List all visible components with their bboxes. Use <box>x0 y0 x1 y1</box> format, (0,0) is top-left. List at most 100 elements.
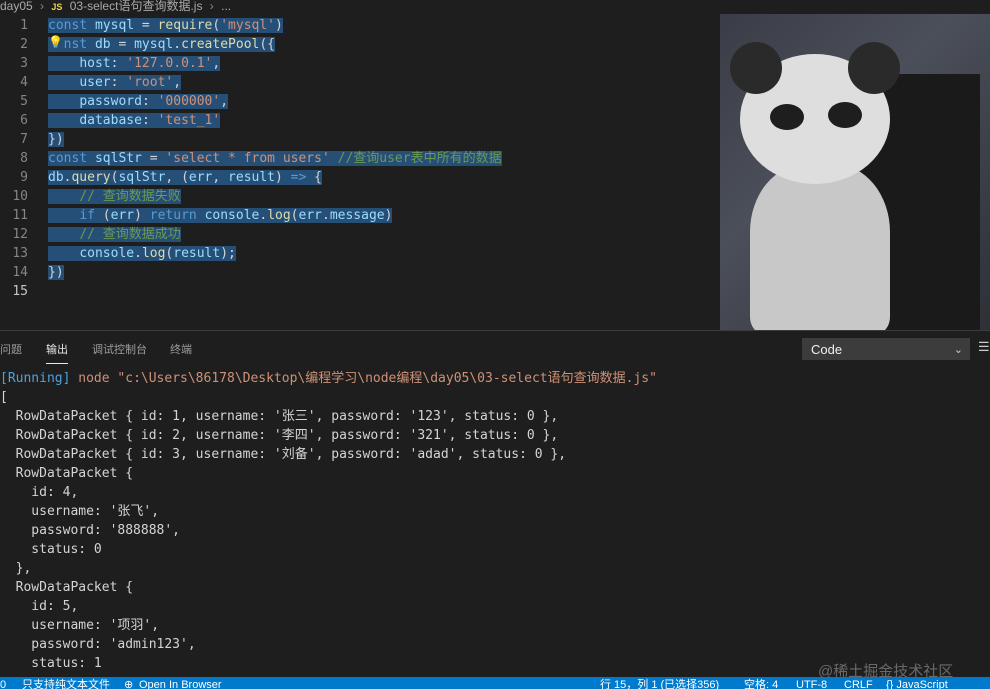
line-number: 15 <box>12 284 28 299</box>
code-token: , <box>173 75 182 90</box>
code-token: log <box>141 246 166 261</box>
code-line[interactable]: const mysql = require('mysql') <box>48 16 720 35</box>
code-line[interactable]: host: '127.0.0.1', <box>48 54 720 73</box>
indentation-setting[interactable]: 空格: 4 <box>744 677 778 689</box>
running-tag: [Running] <box>0 371 71 386</box>
code-token: result <box>228 170 276 185</box>
output-line: RowDataPacket { <box>0 580 134 595</box>
code-line[interactable]: nst db = mysql.createPool({ <box>48 35 720 54</box>
line-number: 5 <box>20 94 28 109</box>
code-line[interactable]: user: 'root', <box>48 73 720 92</box>
chevron-down-icon: ⌄ <box>953 344 963 356</box>
breadcrumb-file[interactable]: 03-select语句查询数据.js <box>70 0 203 12</box>
line-number: 10 <box>12 189 28 204</box>
code-token: database <box>79 113 142 128</box>
status-bar: 0 只支持纯文本文件 ⊕ Open In Browser 行 15，列 1 (已… <box>0 677 990 689</box>
output-line: RowDataPacket { id: 2, username: '李四', p… <box>0 428 559 443</box>
output-line: }, <box>0 561 32 576</box>
code-token: = <box>110 37 135 52</box>
code-line[interactable]: // 查询数据失败 <box>48 187 720 206</box>
background-panda-image <box>720 14 990 330</box>
language-mode[interactable]: {} JavaScript <box>886 677 948 689</box>
output-line: password: 'admin123', <box>0 637 196 652</box>
code-token: , <box>220 94 229 109</box>
code-token: : <box>110 56 127 71</box>
code-token: ) <box>275 170 291 185</box>
line-number: 1 <box>20 18 28 33</box>
code-token: : <box>141 113 158 128</box>
line-number: 13 <box>12 246 28 261</box>
output-channel-value: Code <box>811 342 843 357</box>
output-panel[interactable]: [Running] node "c:\Users\86178\Desktop\编… <box>0 369 990 673</box>
code-line[interactable]: password: '000000', <box>48 92 720 111</box>
code-line[interactable]: // 查询数据成功 <box>48 225 720 244</box>
line-number: 14 <box>12 265 28 280</box>
tab-terminal[interactable]: 终端 <box>170 343 192 363</box>
output-line: [ <box>0 390 8 405</box>
code-token: err <box>110 208 135 223</box>
code-token: err <box>298 208 322 223</box>
list-filter-icon[interactable]: ☰ <box>978 341 990 355</box>
line-number: 8 <box>20 151 28 166</box>
lightbulb-icon[interactable]: 💡 <box>48 36 63 48</box>
code-line[interactable]: if (err) return console.log(err.message) <box>48 206 720 225</box>
line-number: 2 <box>20 37 28 52</box>
code-line[interactable]: }) <box>48 263 720 282</box>
code-line[interactable]: }) <box>48 130 720 149</box>
globe-icon: ⊕ <box>124 679 134 689</box>
panda-eye <box>770 104 804 130</box>
tab-output[interactable]: 输出 <box>46 343 68 364</box>
code-token: , <box>212 170 229 185</box>
code-line[interactable]: database: 'test_1' <box>48 111 720 130</box>
line-number: 11 <box>12 208 28 223</box>
code-token: = <box>141 151 166 166</box>
line-number-gutter: 1 2 3 4 5 6 7 8 9 10 11 12 13 14 15 <box>0 16 28 301</box>
code-token: . <box>321 208 330 223</box>
encoding-setting[interactable]: UTF-8 <box>796 677 827 689</box>
tab-problems[interactable]: 问题 <box>0 343 22 363</box>
code-line[interactable] <box>48 282 720 301</box>
code-line[interactable]: db.query(sqlStr, (err, result) => { <box>48 168 720 187</box>
line-ending-setting[interactable]: CRLF <box>844 677 873 689</box>
line-number: 4 <box>20 75 28 90</box>
code-token: . <box>134 246 142 261</box>
code-token: mysql <box>94 18 135 33</box>
panda-ear <box>848 42 900 94</box>
code-token: const <box>48 18 88 33</box>
code-token: host <box>79 56 111 71</box>
tab-debug-console[interactable]: 调试控制台 <box>92 343 147 363</box>
code-token: 'mysql' <box>220 18 276 33</box>
breadcrumb-folder[interactable]: day05 <box>0 0 33 12</box>
output-line: [Running] node "c:\Users\86178\Desktop\编… <box>0 369 990 388</box>
output-line: username: '项羽', <box>0 618 160 633</box>
code-lines[interactable]: const mysql = require('mysql') nst db = … <box>48 16 720 301</box>
breadcrumb-more[interactable]: ... <box>221 0 231 12</box>
unsupported-file-notice[interactable]: 只支持纯文本文件 <box>22 677 110 689</box>
open-in-browser-button[interactable]: Open In Browser <box>139 677 222 689</box>
code-line[interactable]: console.log(result); <box>48 244 720 263</box>
code-token: '000000' <box>157 94 221 109</box>
code-token: user <box>79 75 111 90</box>
output-channel-select[interactable]: Code ⌄ <box>802 338 970 360</box>
code-token: , <box>212 56 221 71</box>
code-line[interactable]: const sqlStr = 'select * from users' //查… <box>48 149 720 168</box>
problems-count[interactable]: 0 <box>0 677 6 689</box>
breadcrumb: day05 › JS 03-select语句查询数据.js › ... <box>0 0 990 14</box>
code-token: // 查询数据成功 <box>79 227 181 242</box>
code-token: 'select * from users' <box>165 151 330 166</box>
code-token: ) <box>384 208 393 223</box>
output-line: username: '张飞', <box>0 504 160 519</box>
code-token: ); <box>220 246 236 261</box>
code-token: }) <box>48 132 64 147</box>
code-token: createPool <box>181 37 260 52</box>
cursor-position[interactable]: 行 15，列 1 (已选择356) <box>600 677 719 689</box>
